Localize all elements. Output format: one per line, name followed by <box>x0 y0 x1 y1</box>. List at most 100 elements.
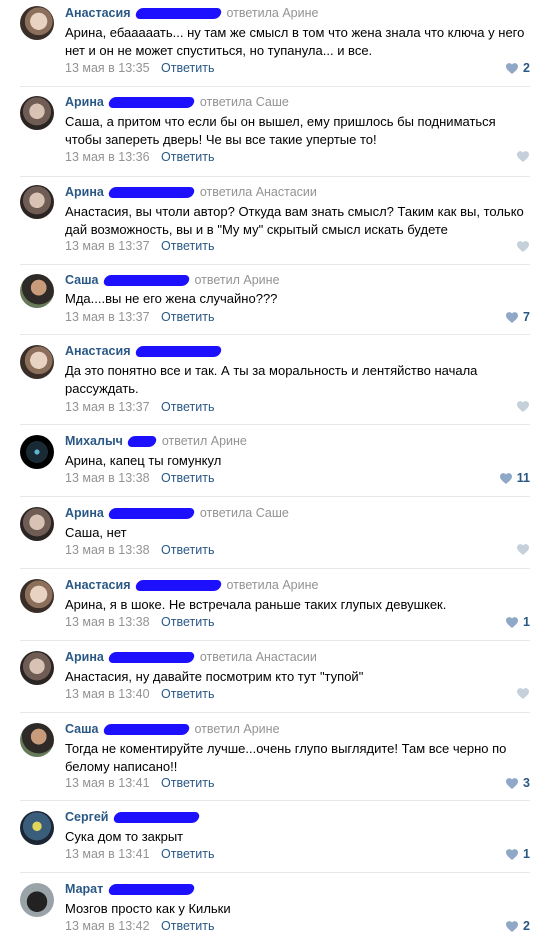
avatar[interactable] <box>20 507 54 541</box>
author-name[interactable]: Марат <box>65 882 103 896</box>
reply-to-label[interactable]: ответила Анастасии <box>200 185 317 199</box>
heart-icon <box>517 544 529 555</box>
divider <box>20 496 530 497</box>
reply-button[interactable]: Ответить <box>161 400 214 414</box>
avatar[interactable] <box>20 651 54 685</box>
redaction-mark <box>134 346 223 358</box>
comment-date[interactable]: 13 мая в 13:37 <box>65 400 150 414</box>
reply-to-label[interactable]: ответила Анастасии <box>200 650 317 664</box>
reply-to-label[interactable]: ответил Арине <box>194 273 279 287</box>
comment-author[interactable]: Саша ответил Арине <box>65 722 280 736</box>
reply-to-label[interactable]: ответила Саше <box>200 506 289 520</box>
author-name[interactable]: Арина <box>65 185 104 199</box>
comment-author[interactable]: Арина ответила Саше <box>65 506 289 520</box>
comment-date[interactable]: 13 мая в 13:38 <box>65 615 150 629</box>
reply-button[interactable]: Ответить <box>161 61 214 75</box>
like-button[interactable] <box>516 240 530 252</box>
like-button[interactable]: 7 <box>505 310 530 324</box>
avatar[interactable] <box>20 579 54 613</box>
reply-to-label[interactable]: ответила Саше <box>200 95 289 109</box>
comment-author[interactable]: Анастасия ответила Арине <box>65 578 318 592</box>
reply-button[interactable]: Ответить <box>161 615 214 629</box>
author-name[interactable]: Михалыч <box>65 434 123 448</box>
comment-date[interactable]: 13 мая в 13:41 <box>65 847 150 861</box>
avatar[interactable] <box>20 883 54 917</box>
reply-to-label[interactable]: ответила Арине <box>226 6 318 20</box>
reply-to-label[interactable]: ответил Арине <box>194 722 279 736</box>
avatar[interactable] <box>20 723 54 757</box>
comment-author[interactable]: Саша ответил Арине <box>65 273 280 287</box>
comment-meta: 13 мая в 13:38 Ответить <box>65 471 214 485</box>
comment-date[interactable]: 13 мая в 13:37 <box>65 310 150 324</box>
comment-author[interactable]: Анастасия <box>65 344 223 358</box>
comment-author[interactable]: Арина ответила Анастасии <box>65 650 317 664</box>
author-name[interactable]: Саша <box>65 273 99 287</box>
avatar[interactable] <box>20 6 54 40</box>
comment-meta: 13 мая в 13:42 Ответить <box>65 919 214 933</box>
like-count: 1 <box>523 847 530 861</box>
heart-icon <box>506 849 519 860</box>
like-count: 2 <box>523 61 530 75</box>
comment-date[interactable]: 13 мая в 13:42 <box>65 919 150 933</box>
reply-button[interactable]: Ответить <box>161 310 214 324</box>
avatar[interactable] <box>20 435 54 469</box>
heart-icon <box>517 151 529 162</box>
comment-author[interactable]: Марат <box>65 882 196 896</box>
redaction-mark <box>107 884 196 896</box>
reply-to-label[interactable]: ответила Арине <box>226 578 318 592</box>
author-name[interactable]: Анастасия <box>65 344 131 358</box>
reply-button[interactable]: Ответить <box>161 543 214 557</box>
like-button[interactable]: 3 <box>505 776 530 790</box>
author-name[interactable]: Арина <box>65 650 104 664</box>
comment-text: Да это понятно все и так. А ты за мораль… <box>65 363 478 396</box>
redaction-mark <box>112 812 201 824</box>
reply-button[interactable]: Ответить <box>161 919 214 933</box>
comment-date[interactable]: 13 мая в 13:37 <box>65 239 150 253</box>
like-button[interactable]: 11 <box>499 471 530 485</box>
comment-author[interactable]: Михалыч ответил Арине <box>65 434 247 448</box>
divider <box>20 640 530 641</box>
author-name[interactable]: Анастасия <box>65 578 131 592</box>
divider <box>20 176 530 177</box>
author-name[interactable]: Саша <box>65 722 99 736</box>
heart-icon <box>517 688 529 699</box>
author-name[interactable]: Анастасия <box>65 6 131 20</box>
avatar[interactable] <box>20 345 54 379</box>
comment-text: Арина, капец ты гомункул <box>65 453 222 468</box>
like-button[interactable] <box>516 400 530 412</box>
comment-date[interactable]: 13 мая в 13:41 <box>65 776 150 790</box>
comment-date[interactable]: 13 мая в 13:38 <box>65 543 150 557</box>
comment-date[interactable]: 13 мая в 13:40 <box>65 687 150 701</box>
comment-author[interactable]: Арина ответила Саше <box>65 95 289 109</box>
reply-button[interactable]: Ответить <box>161 847 214 861</box>
avatar[interactable] <box>20 185 54 219</box>
like-button[interactable]: 1 <box>505 847 530 861</box>
comment-text: Саша, а притом что если бы он вышел, ему… <box>65 114 496 147</box>
author-name[interactable]: Арина <box>65 506 104 520</box>
like-button[interactable] <box>516 543 530 555</box>
like-button[interactable]: 2 <box>505 61 530 75</box>
like-button[interactable] <box>516 687 530 699</box>
avatar[interactable] <box>20 274 54 308</box>
comment-date[interactable]: 13 мая в 13:38 <box>65 471 150 485</box>
like-button[interactable] <box>516 150 530 162</box>
avatar[interactable] <box>20 96 54 130</box>
like-button[interactable]: 1 <box>505 615 530 629</box>
reply-to-label[interactable]: ответил Арине <box>162 434 247 448</box>
comment-date[interactable]: 13 мая в 13:36 <box>65 150 150 164</box>
like-count: 1 <box>523 615 530 629</box>
avatar[interactable] <box>20 811 54 845</box>
reply-button[interactable]: Ответить <box>161 776 214 790</box>
reply-button[interactable]: Ответить <box>161 239 214 253</box>
comment-date[interactable]: 13 мая в 13:35 <box>65 61 150 75</box>
reply-button[interactable]: Ответить <box>161 471 214 485</box>
comment-author[interactable]: Сергей <box>65 810 201 824</box>
author-name[interactable]: Арина <box>65 95 104 109</box>
comment-author[interactable]: Анастасия ответила Арине <box>65 6 318 20</box>
reply-button[interactable]: Ответить <box>161 687 214 701</box>
comment-meta: 13 мая в 13:40 Ответить <box>65 687 214 701</box>
comment-author[interactable]: Арина ответила Анастасии <box>65 185 317 199</box>
like-button[interactable]: 2 <box>505 919 530 933</box>
reply-button[interactable]: Ответить <box>161 150 214 164</box>
author-name[interactable]: Сергей <box>65 810 108 824</box>
